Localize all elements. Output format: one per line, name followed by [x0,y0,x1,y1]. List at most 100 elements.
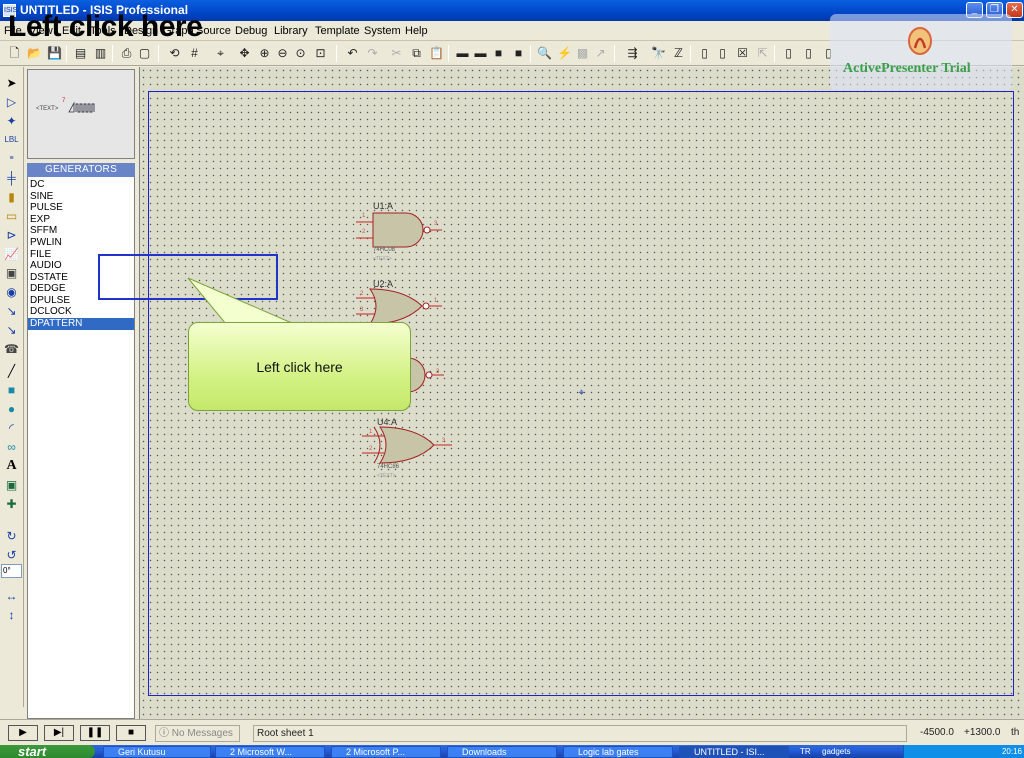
new-file-icon[interactable]: 🗋 [6,45,23,62]
marker-tool-icon[interactable]: ✚ [3,496,20,512]
generator-mode-icon[interactable]: ◉ [3,284,20,300]
junction-dot-icon[interactable]: ✦ [3,113,20,129]
task-button-active[interactable]: UNTITLED - ISI... [679,746,789,758]
gadgets-toolbar[interactable]: gadgets [822,745,850,758]
overview-pin-number: 7 [62,98,66,104]
gate-u4a[interactable]: U4:A 1 2 3 74HC86 <TEXT> [362,417,457,483]
wire-autorouter-icon[interactable]: ⇶ [624,45,641,62]
device-pins-icon[interactable]: ⊳ [3,227,20,243]
menu-library[interactable]: Library [274,25,308,37]
zoom-child-icon[interactable]: ⇱ [754,45,771,62]
component-mode-icon[interactable]: ▷ [3,94,20,110]
list-item[interactable]: DC [28,179,134,191]
and-gate-symbol [356,212,442,248]
property-tool-icon[interactable]: ℤ [670,45,687,62]
text-script-icon[interactable]: ≡ [3,151,20,167]
start-button[interactable]: start [0,745,95,758]
task-button[interactable]: Logic lab gates [563,746,673,758]
remove-sheet-icon[interactable]: ☒ [734,45,751,62]
gate-u2a[interactable]: U2:A 2 3 1 [356,279,446,325]
import-icon[interactable]: ▤ [72,45,89,62]
list-item[interactable]: PULSE [28,202,134,214]
mirror-y-icon[interactable]: ↕ [3,607,20,623]
symbol-tool-icon[interactable]: ▣ [3,477,20,493]
activepresenter-logo [908,27,932,55]
current-probe-icon[interactable]: ↘ [3,322,20,338]
list-item[interactable]: DCLOCK [28,306,134,318]
copy-icon[interactable]: ⧉ [408,45,425,62]
package-tool-icon[interactable]: ▩ [574,45,591,62]
origin-icon[interactable]: ⌖ [212,45,229,62]
list-item[interactable]: PWLIN [28,237,134,249]
rotation-angle-field[interactable]: 0° [1,564,22,578]
tape-recorder-icon[interactable]: ▣ [3,265,20,281]
decompose-icon[interactable]: ↗ [592,45,609,62]
box-tool-icon[interactable]: ■ [3,382,20,398]
grid-icon[interactable]: # [186,45,203,62]
arc-tool-icon[interactable]: ◜ [3,420,20,436]
language-indicator[interactable]: TR [800,745,811,758]
pan-icon[interactable]: ✥ [236,45,253,62]
buses-icon[interactable]: ╪ [3,170,20,186]
selection-mode-icon[interactable]: ➤ [3,75,20,91]
cut-icon[interactable]: ✂ [388,45,405,62]
overview-window[interactable]: <TEXT> 7 [27,69,135,159]
terminals-icon[interactable]: ▭ [3,208,20,224]
clock[interactable]: 20:16 [1002,747,1022,756]
path-tool-icon[interactable]: ∞ [3,439,20,455]
zoom-area-icon[interactable]: ⊡ [312,45,329,62]
play-button[interactable]: ▶ [8,725,38,741]
export-icon[interactable]: ▥ [92,45,109,62]
print-icon[interactable]: ⎙ [118,45,135,62]
voltage-probe-icon[interactable]: ↘ [3,303,20,319]
circle-tool-icon[interactable]: ● [3,401,20,417]
task-button[interactable]: Geri Kutusu [103,746,211,758]
virtual-instruments-icon[interactable]: ☎ [3,341,20,357]
task-button[interactable]: Downloads [447,746,557,758]
line-tool-icon[interactable]: ╱ [3,363,20,379]
subcircuit-icon[interactable]: ▮ [3,189,20,205]
wire-label-icon[interactable]: LBL [3,132,20,148]
gate-u1a[interactable]: U1:A 1 2 3 74HC08 <TEXT> [356,201,446,263]
block-copy-icon[interactable]: ▬ [454,45,471,62]
rotate-clockwise-icon[interactable]: ↻ [3,528,20,544]
search-tag-icon[interactable]: 🔭 [650,45,667,62]
block-rotate-icon[interactable]: ■ [490,45,507,62]
menu-debug[interactable]: Debug [235,25,267,37]
paste-icon[interactable]: 📋 [428,45,445,62]
menu-help[interactable]: Help [405,25,428,37]
zoom-out-icon[interactable]: ⊖ [274,45,291,62]
open-folder-icon[interactable]: 📂 [26,45,43,62]
new-sheet-icon[interactable]: ▯ [696,45,713,62]
task-button[interactable]: 2 Microsoft W... [215,746,325,758]
list-item-selected[interactable]: DPATTERN [28,318,134,330]
menu-template[interactable]: Template [315,25,360,37]
refresh-icon[interactable]: ⟲ [166,45,183,62]
zoom-all-icon[interactable]: ⊙ [292,45,309,62]
set-area-icon[interactable]: ▢ [136,45,153,62]
pause-button[interactable]: ❚❚ [80,725,110,741]
list-item[interactable]: SFFM [28,225,134,237]
redo-icon[interactable]: ↷ [364,45,381,62]
stop-button[interactable]: ■ [116,725,146,741]
pick-device-icon[interactable]: 🔍 [536,45,553,62]
save-icon[interactable]: 💾 [46,45,63,62]
block-move-icon[interactable]: ▬ [472,45,489,62]
zoom-in-icon[interactable]: ⊕ [256,45,273,62]
mirror-x-icon[interactable]: ↔ [3,588,20,604]
make-device-icon[interactable]: ⚡ [556,45,573,62]
sheet-list-icon[interactable]: ▯ [714,45,731,62]
rotate-anticlockwise-icon[interactable]: ↺ [3,547,20,563]
block-delete-icon[interactable]: ■ [510,45,527,62]
tutorial-title: Left click here [8,10,203,43]
step-button[interactable]: ▶| [44,725,74,741]
text-tool-icon[interactable]: A [3,458,20,474]
crosshair-cursor-icon: ⌖ [578,387,585,399]
erc-report-icon[interactable]: ▯ [800,45,817,62]
taskbar: start Geri Kutusu 2 Microsoft W... 2 Mic… [0,745,1024,758]
graph-mode-icon[interactable]: 📈 [3,246,20,262]
undo-icon[interactable]: ↶ [344,45,361,62]
task-button[interactable]: 2 Microsoft P... [331,746,441,758]
bill-of-materials-icon[interactable]: ▯ [780,45,797,62]
menu-system[interactable]: System [364,25,401,37]
